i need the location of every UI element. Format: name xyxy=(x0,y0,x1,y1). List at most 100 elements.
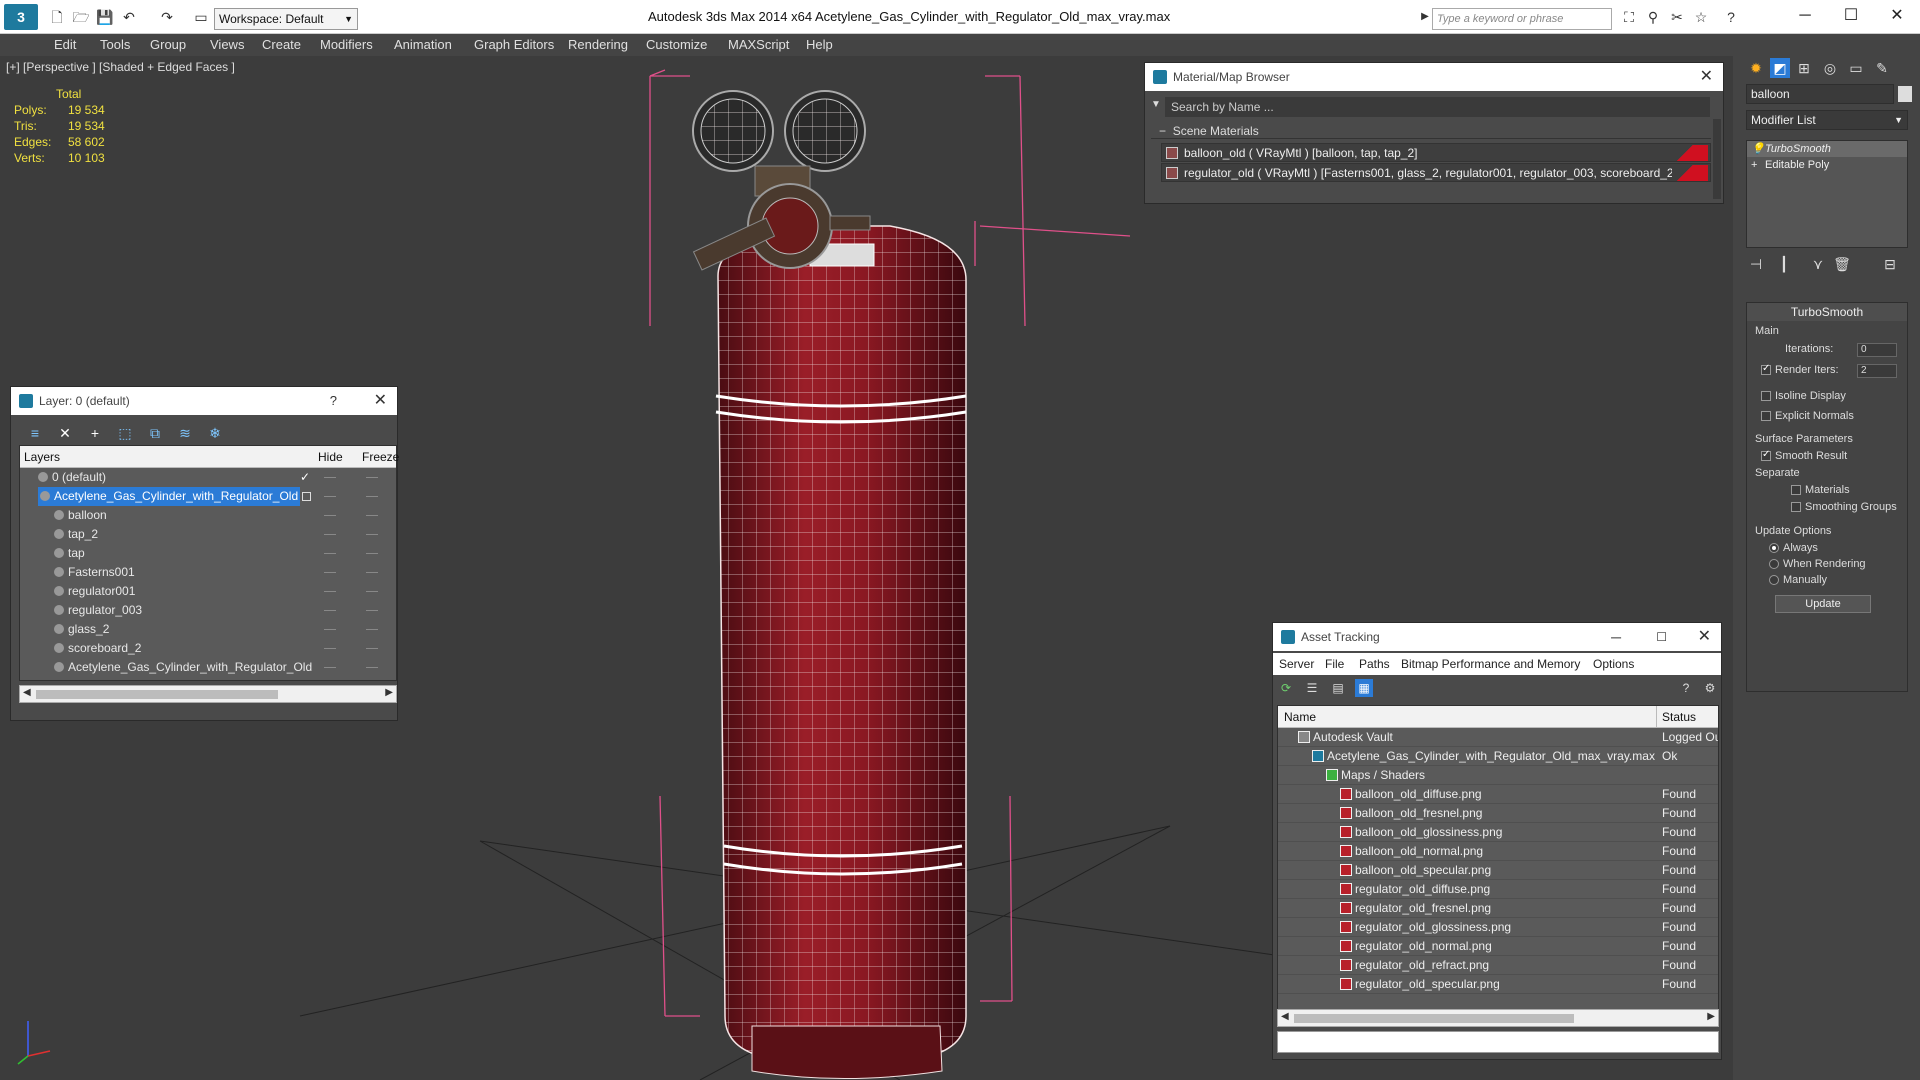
isoline-display-checkbox[interactable] xyxy=(1761,391,1771,401)
always-radio[interactable] xyxy=(1769,543,1779,553)
minimize-icon[interactable]: ─ xyxy=(1611,623,1621,651)
menu-bitmap-performance[interactable]: Bitmap Performance and Memory xyxy=(1401,653,1580,675)
col-name[interactable]: Name xyxy=(1284,706,1316,728)
asset-row[interactable]: Acetylene_Gas_Cylinder_with_Regulator_Ol… xyxy=(1278,747,1718,766)
menu-maxscript[interactable]: MAXScript xyxy=(728,34,789,56)
create-layer-icon[interactable]: ≡ xyxy=(25,423,45,443)
asset-path-field[interactable] xyxy=(1277,1031,1719,1053)
stack-item-editable-poly[interactable]: + Editable Poly xyxy=(1747,157,1907,173)
scroll-thumb[interactable] xyxy=(36,690,278,699)
layer-row[interactable]: Acetylene_Gas_Cylinder_with_Regulator_Ol… xyxy=(20,658,396,677)
freeze-toggle[interactable] xyxy=(366,553,378,554)
project-folder-icon[interactable]: ▭ xyxy=(192,8,210,26)
scroll-right-icon[interactable]: ▶ xyxy=(385,687,393,698)
layer-row[interactable]: Fasterns001 xyxy=(20,563,396,582)
help-icon[interactable]: ? xyxy=(1677,679,1695,697)
menu-help[interactable]: Help xyxy=(806,34,833,56)
close-icon[interactable]: ✕ xyxy=(1698,623,1711,651)
light-bulb-icon[interactable]: 💡 xyxy=(1751,141,1765,157)
communication-icon[interactable]: ✂ xyxy=(1668,8,1686,26)
when-rendering-radio[interactable] xyxy=(1769,559,1779,569)
menu-animation[interactable]: Animation xyxy=(394,34,452,56)
add-to-layer-icon[interactable]: + xyxy=(85,423,105,443)
favorites-star-icon[interactable]: ☆ xyxy=(1692,8,1710,26)
scroll-left-icon[interactable]: ◀ xyxy=(23,687,31,698)
layer-row[interactable]: scoreboard_2 xyxy=(20,639,396,658)
stack-item-turbosmooth[interactable]: 💡 TurboSmooth xyxy=(1747,141,1907,157)
table-view-icon[interactable]: ▦ xyxy=(1355,679,1373,697)
help-icon[interactable]: ? xyxy=(330,387,337,415)
column-divider[interactable] xyxy=(1656,706,1657,728)
hide-toggle[interactable] xyxy=(324,515,336,516)
hide-toggle[interactable] xyxy=(324,553,336,554)
material-item[interactable]: balloon_old ( VRayMtl ) [balloon, tap, t… xyxy=(1161,143,1711,162)
hide-toggle[interactable] xyxy=(324,496,336,497)
current-layer-check-icon[interactable]: ✓ xyxy=(300,468,310,487)
remove-modifier-icon[interactable]: 🗑 xyxy=(1832,254,1852,274)
col-hide[interactable]: Hide xyxy=(318,446,343,468)
hide-toggle[interactable] xyxy=(324,629,336,630)
binoculars-icon[interactable]: ⛶ xyxy=(1620,8,1638,26)
menu-group[interactable]: Group xyxy=(150,34,186,56)
modifier-list-dropdown[interactable]: Modifier List ▼ xyxy=(1746,110,1908,130)
menu-edit[interactable]: Edit xyxy=(54,34,76,56)
menu-customize[interactable]: Customize xyxy=(646,34,707,56)
scene-materials-section[interactable]: − Scene Materials xyxy=(1151,123,1711,139)
object-color-swatch[interactable] xyxy=(1898,86,1912,102)
asset-row[interactable]: balloon_old_specular.png Found xyxy=(1278,861,1718,880)
materials-checkbox[interactable] xyxy=(1791,485,1801,495)
freeze-toggle[interactable] xyxy=(366,477,378,478)
list-view-icon[interactable]: ☰ xyxy=(1303,679,1321,697)
asset-row[interactable]: balloon_old_normal.png Found xyxy=(1278,842,1718,861)
hide-toggle[interactable] xyxy=(324,572,336,573)
hide-toggle[interactable] xyxy=(324,534,336,535)
freeze-toggle[interactable] xyxy=(366,667,378,668)
asset-row[interactable]: Autodesk Vault Logged Ou xyxy=(1278,728,1718,747)
object-name-field[interactable]: balloon xyxy=(1746,84,1894,104)
show-end-result-icon[interactable]: ┃ xyxy=(1774,254,1794,274)
col-layers[interactable]: Layers xyxy=(24,446,60,468)
manually-radio[interactable] xyxy=(1769,575,1779,585)
motion-tab-icon[interactable]: ◎ xyxy=(1820,58,1840,78)
hide-toggle[interactable] xyxy=(324,477,336,478)
freeze-all-icon[interactable]: ❄ xyxy=(205,423,225,443)
search-input[interactable]: Type a keyword or phrase xyxy=(1432,8,1612,30)
utilities-tab-icon[interactable]: ✎ xyxy=(1872,58,1892,78)
select-objects-icon[interactable]: ⬚ xyxy=(115,423,135,443)
hide-toggle[interactable] xyxy=(324,591,336,592)
asset-row[interactable]: regulator_old_fresnel.png Found xyxy=(1278,899,1718,918)
expand-plus-icon[interactable]: + xyxy=(1751,157,1757,173)
menu-options[interactable]: Options xyxy=(1593,653,1634,675)
vault-help-icon[interactable]: ⚙ xyxy=(1701,679,1719,697)
menu-create[interactable]: Create xyxy=(262,34,301,56)
turbosmooth-rollout-header[interactable]: TurboSmooth xyxy=(1747,303,1907,321)
iterations-spinner[interactable]: 0 xyxy=(1857,343,1897,357)
maximize-icon[interactable]: ☐ xyxy=(1656,623,1667,651)
scroll-left-icon[interactable]: ◀ xyxy=(1281,1011,1289,1022)
options-dropdown-icon[interactable]: ▼ xyxy=(1151,99,1161,110)
display-tab-icon[interactable]: ▭ xyxy=(1846,58,1866,78)
asset-row[interactable]: regulator_old_refract.png Found xyxy=(1278,956,1718,975)
maximize-icon[interactable]: ☐ xyxy=(1828,4,1874,28)
menu-modifiers[interactable]: Modifiers xyxy=(320,34,373,56)
asset-row[interactable]: balloon_old_glossiness.png Found xyxy=(1278,823,1718,842)
asset-row[interactable]: regulator_old_normal.png Found xyxy=(1278,937,1718,956)
menu-graph-editors[interactable]: Graph Editors xyxy=(474,34,554,56)
render-iters-spinner[interactable]: 2 xyxy=(1857,364,1897,378)
layer-row[interactable]: regulator001 xyxy=(20,582,396,601)
smooth-result-checkbox[interactable] xyxy=(1761,449,1771,461)
asset-row[interactable]: regulator_old_specular.png Found xyxy=(1278,975,1718,994)
refresh-icon[interactable]: ⟳ xyxy=(1277,679,1295,697)
delete-layer-icon[interactable]: ✕ xyxy=(55,423,75,443)
freeze-toggle[interactable] xyxy=(366,534,378,535)
subscription-icon[interactable]: ⚲ xyxy=(1644,8,1662,26)
save-file-icon[interactable]: 💾 xyxy=(96,8,114,26)
create-tab-icon[interactable]: ✹ xyxy=(1746,58,1766,78)
freeze-toggle[interactable] xyxy=(366,496,378,497)
asset-row[interactable]: Maps / Shaders xyxy=(1278,766,1718,785)
menu-rendering[interactable]: Rendering xyxy=(568,34,628,56)
open-file-icon[interactable]: 🗁 xyxy=(72,8,90,26)
material-search-input[interactable]: Search by Name ... xyxy=(1165,97,1710,117)
layer-row[interactable]: Acetylene_Gas_Cylinder_with_Regulator_Ol… xyxy=(20,487,396,506)
freeze-toggle[interactable] xyxy=(366,515,378,516)
